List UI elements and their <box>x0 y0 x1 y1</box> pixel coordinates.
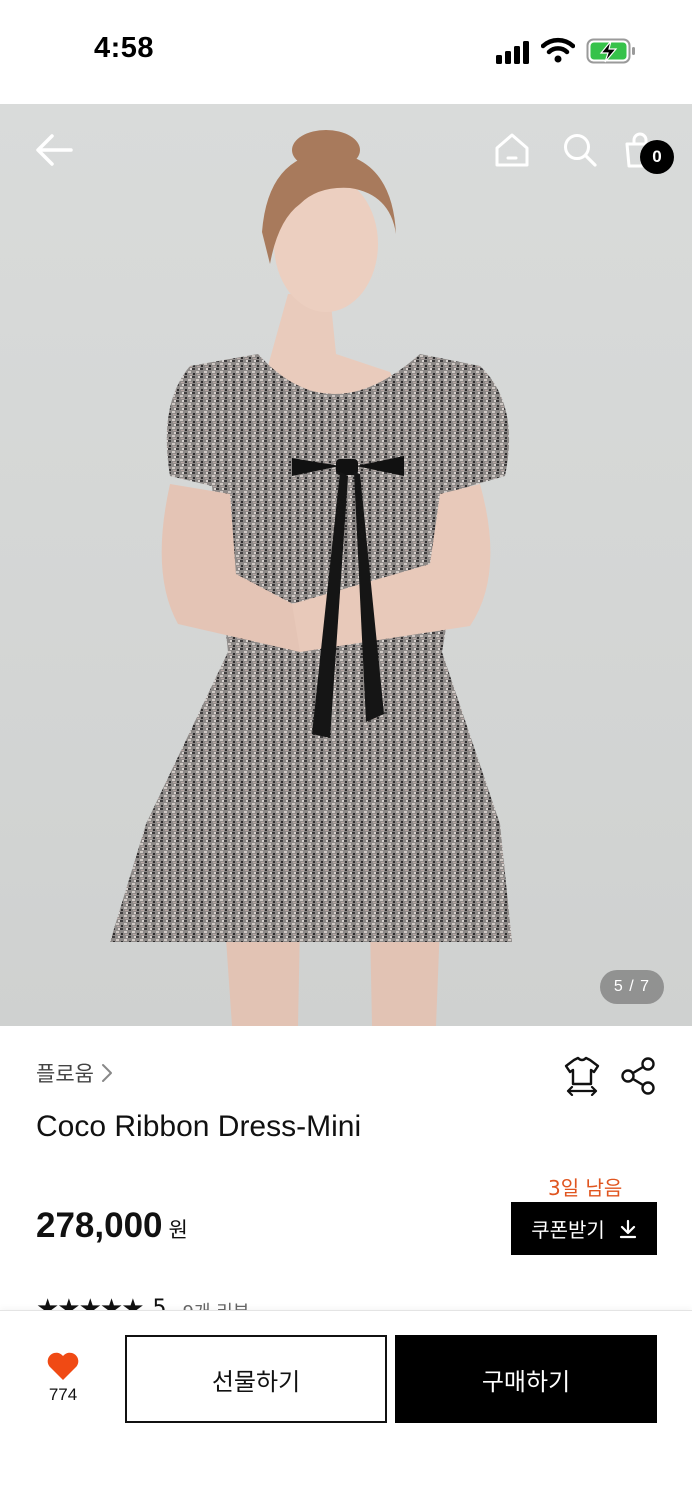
brand-name: 플로움 <box>36 1062 94 1086</box>
gift-button[interactable]: 선물하기 <box>125 1335 387 1423</box>
like-count: 774 <box>48 1385 78 1404</box>
product-image-gallery[interactable]: 0 5 / 7 <box>0 104 692 1026</box>
gallery-page-indicator: 5 / 7 <box>600 970 664 1004</box>
share-icon[interactable] <box>620 1056 656 1096</box>
buy-button[interactable]: 구매하기 <box>395 1335 657 1423</box>
bottom-action-bar: 774 선물하기 구매하기 <box>0 1310 692 1500</box>
coupon-button-label: 쿠폰받기 <box>531 1218 605 1242</box>
size-guide-icon[interactable] <box>562 1056 602 1096</box>
search-button[interactable] <box>556 126 604 174</box>
product-price: 278,000 <box>36 1206 163 1245</box>
status-time: 4:58 <box>94 32 155 64</box>
back-button[interactable] <box>30 126 78 174</box>
product-title: Coco Ribbon Dress-Mini <box>36 1110 362 1143</box>
status-bar: 4:58 <box>0 0 692 104</box>
coupon-remaining-text: 3일 남음 <box>548 1176 623 1200</box>
cart-count-badge: 0 <box>640 140 674 174</box>
wifi-icon <box>541 37 575 63</box>
rating-value: 5 <box>152 1296 167 1310</box>
rating-stars: ★★★★★ <box>36 1294 145 1310</box>
heart-icon <box>47 1352 79 1380</box>
home-button[interactable] <box>488 126 536 174</box>
rating-row[interactable]: ★★★★★ 5 9개 리뷰 <box>36 1292 249 1310</box>
battery-charging-icon <box>586 38 635 64</box>
back-arrow-icon <box>36 134 73 166</box>
review-count: 9개 리뷰 <box>183 1298 250 1310</box>
price-currency: 원 <box>168 1218 188 1242</box>
search-icon <box>564 134 597 167</box>
coupon-download-button[interactable]: 쿠폰받기 <box>511 1202 657 1255</box>
chevron-right-icon <box>101 1064 112 1082</box>
price-row: 278,000 원 <box>36 1206 188 1246</box>
product-photo <box>110 130 512 1026</box>
home-icon <box>495 133 529 167</box>
product-actions <box>562 1056 656 1096</box>
brand-link[interactable]: 플로움 <box>36 1058 114 1088</box>
like-button[interactable]: 774 <box>36 1351 90 1405</box>
signal-icon <box>496 41 529 64</box>
download-icon <box>619 1219 636 1238</box>
